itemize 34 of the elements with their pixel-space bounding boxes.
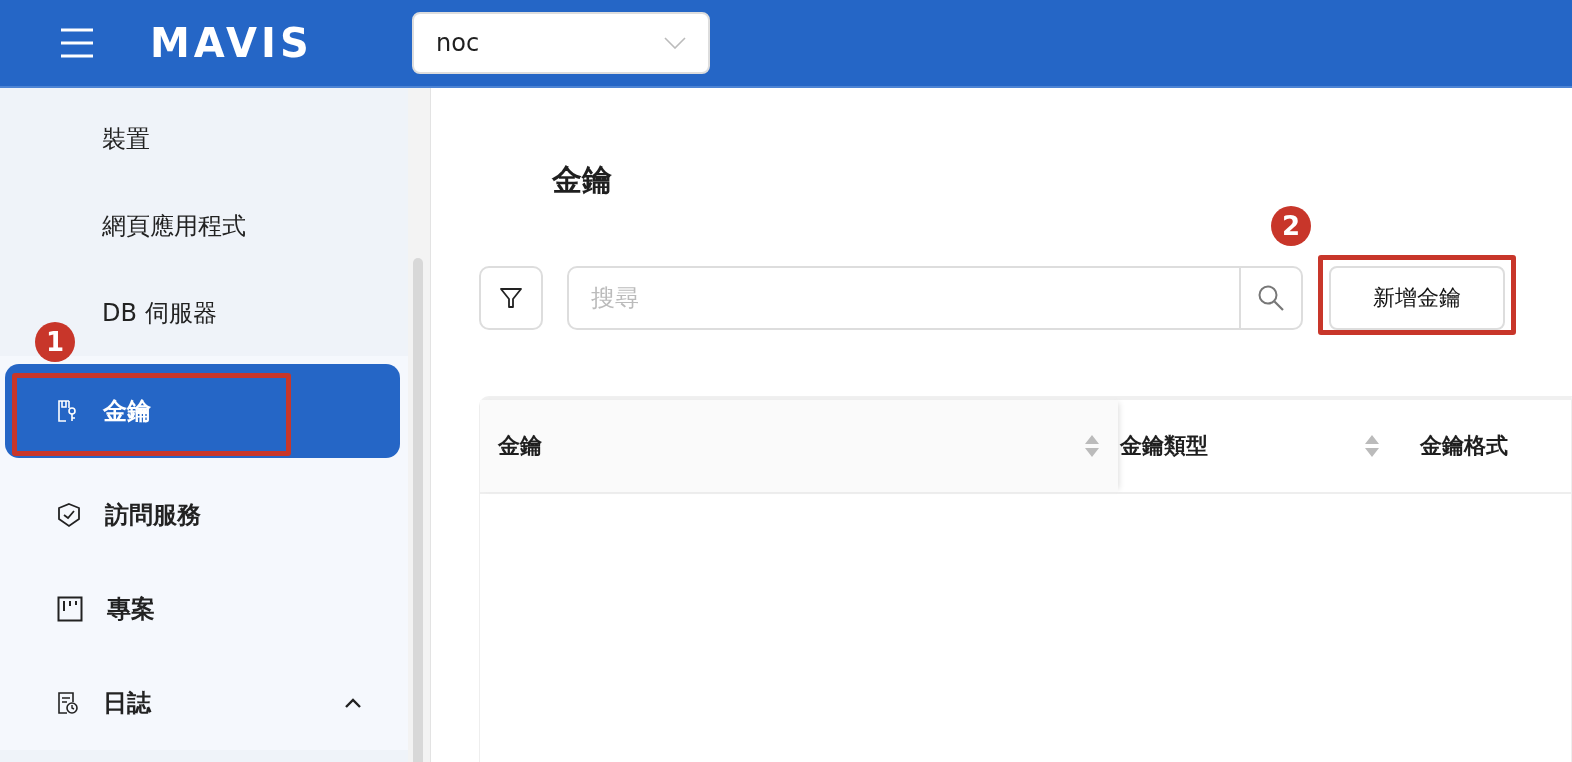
sidebar-item-label: 日誌 (103, 688, 153, 719)
sidebar-item[interactable]: 裝置 (102, 96, 150, 183)
logo: MAVIS (150, 20, 314, 66)
sidebar-item[interactable]: 專案 (5, 562, 400, 656)
shield-check-icon (57, 502, 81, 528)
column-header-label: 金鑰類型 (1120, 432, 1208, 460)
project-dropdown[interactable]: noc (412, 12, 710, 74)
filter-icon (499, 286, 523, 310)
sidebar-item-label: 金鑰 (103, 396, 152, 427)
step-badge: 2 (1271, 206, 1311, 246)
add-key-button[interactable]: 新增金鑰 (1329, 266, 1505, 330)
sidebar-item[interactable]: 網頁應用程式 (102, 182, 246, 270)
board-icon (57, 596, 83, 622)
sort-icon[interactable] (1364, 433, 1380, 459)
search-icon (1257, 284, 1285, 312)
sidebar-item[interactable]: 日誌 (5, 656, 400, 750)
key-document-icon (57, 399, 79, 423)
filter-button[interactable] (479, 266, 543, 330)
menu-icon[interactable] (60, 28, 94, 58)
sidebar-item[interactable]: 金鑰 (5, 364, 400, 458)
chevron-up-icon[interactable] (344, 697, 362, 709)
chevron-down-icon (664, 37, 686, 49)
scrollbar[interactable] (413, 258, 423, 762)
log-document-icon (57, 691, 79, 715)
column-header-label: 金鑰 (498, 432, 542, 460)
sidebar-item[interactable]: DB 伺服器 (102, 269, 217, 356)
column-header[interactable]: 金鑰類型 (1118, 400, 1398, 492)
page-title: 金鑰 (552, 161, 613, 199)
sidebar-item-label: 訪問服務 (105, 500, 202, 531)
column-header[interactable]: 金鑰 (480, 400, 1118, 492)
sidebar-item[interactable]: 訪問服務 (5, 468, 400, 562)
column-header-label: 金鑰格式 (1420, 432, 1508, 460)
column-header[interactable]: 金鑰格式 (1398, 400, 1571, 492)
sidebar-item-label: 專案 (107, 594, 156, 625)
